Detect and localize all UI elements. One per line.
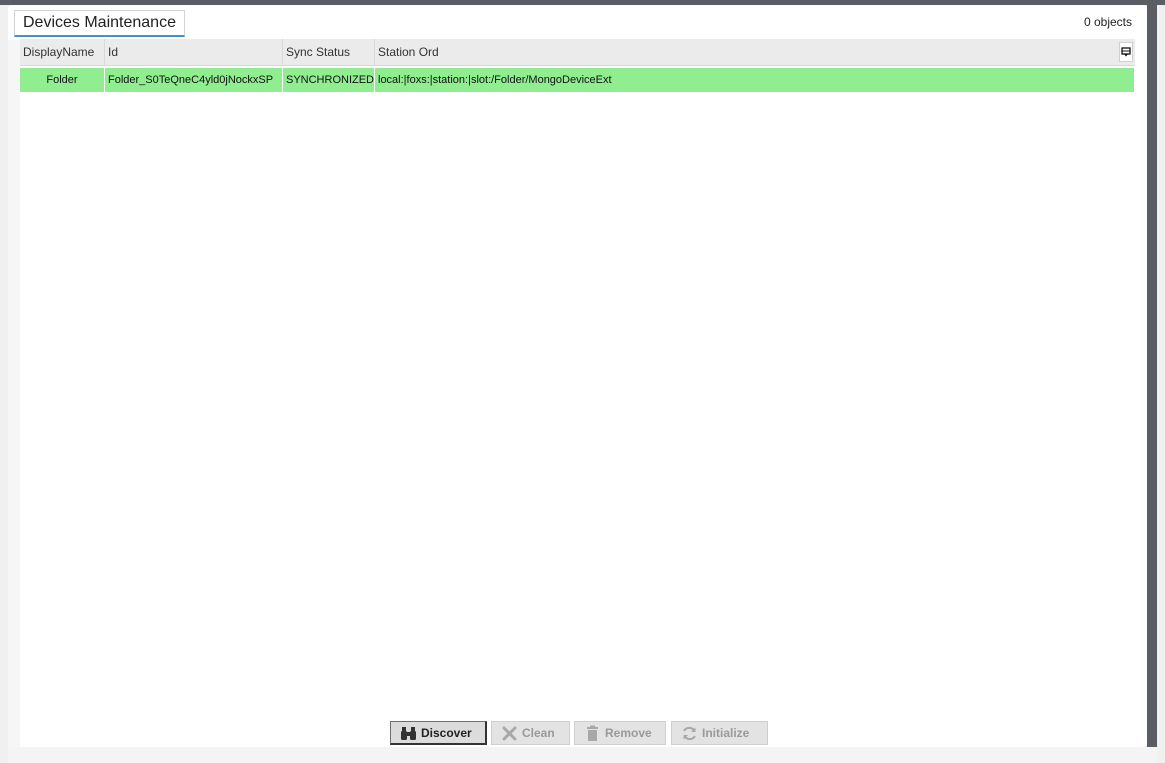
cell-id: Folder_S0TeQneC4yld0jNockxSP <box>105 68 283 92</box>
initialize-label: Initialize <box>702 726 750 740</box>
x-icon <box>501 725 518 742</box>
panel-left-gutter <box>8 40 20 747</box>
clean-label: Clean <box>522 726 555 740</box>
remove-label: Remove <box>605 726 652 740</box>
page-title: Devices Maintenance <box>14 10 185 37</box>
trash-icon <box>584 725 601 742</box>
object-count: 0 objects <box>1083 15 1132 29</box>
cell-station-ord: local:|foxs:|station:|slot:/Folder/Mongo… <box>378 74 612 86</box>
column-header-station-ord[interactable]: Station Ord <box>375 39 1117 65</box>
table-row[interactable]: Folder Folder_S0TeQneC4yld0jNockxSP SYNC… <box>20 68 1134 92</box>
column-header-displayname[interactable]: DisplayName <box>20 39 105 65</box>
cell-sync-status: SYNCHRONIZED <box>283 68 375 92</box>
cell-displayname: Folder <box>20 68 105 92</box>
refresh-icon <box>681 725 698 742</box>
column-chooser-icon[interactable] <box>1119 42 1133 62</box>
binoculars-icon <box>400 725 417 742</box>
remove-button[interactable]: Remove <box>574 721 666 745</box>
column-header-sync-status[interactable]: Sync Status <box>283 39 375 65</box>
discover-label: Discover <box>421 726 472 740</box>
column-header-id[interactable]: Id <box>105 39 283 65</box>
initialize-button[interactable]: Initialize <box>671 721 768 745</box>
table-header: DisplayName Id Sync Status Station Ord <box>20 39 1135 66</box>
clean-button[interactable]: Clean <box>491 721 570 745</box>
discover-button[interactable]: Discover <box>390 721 487 745</box>
window-right-gutter <box>1157 5 1165 763</box>
devices-maintenance-panel <box>8 5 1147 747</box>
panel-bottom-gutter <box>8 747 1157 763</box>
